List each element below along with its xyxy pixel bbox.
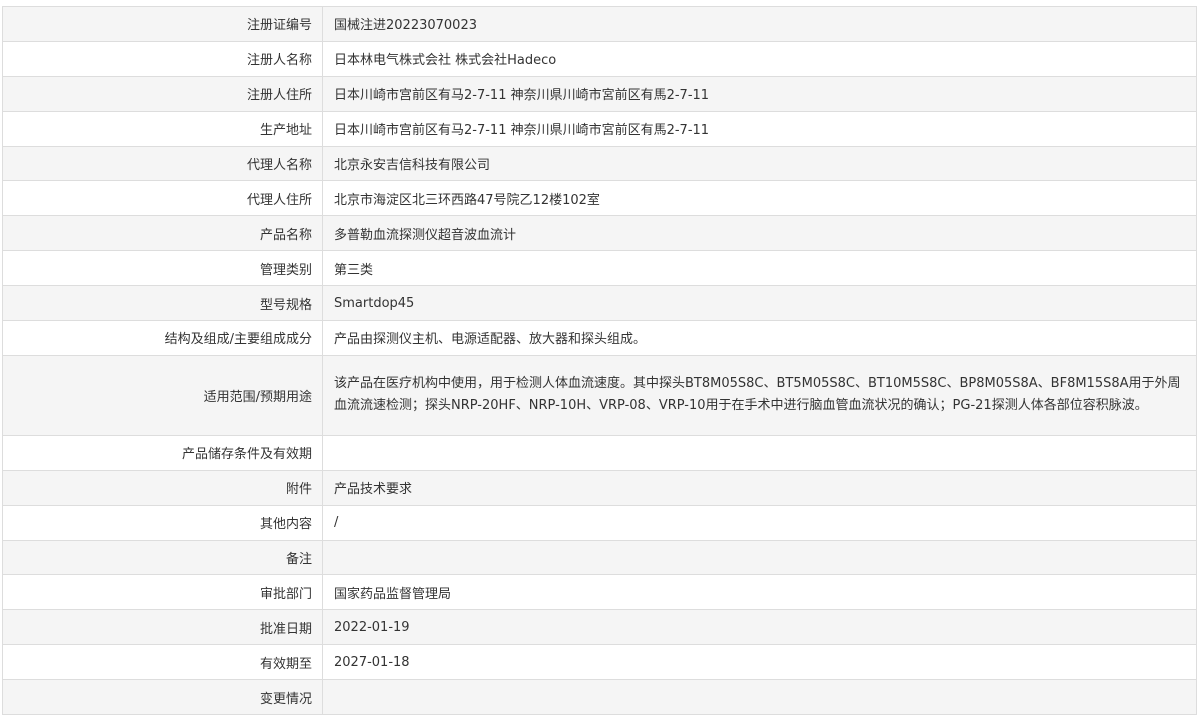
field-value: 多普勒血流探测仪超音波血流计 [322, 215, 1197, 252]
field-value: 北京永安吉信科技有限公司 [322, 145, 1197, 182]
record-table-body: 注册证编号 国械注进20223070023 注册人名称 日本林电气株式会社 株式… [2, 6, 1197, 715]
field-value: 日本林电气株式会社 株式会社Hadeco [322, 40, 1197, 77]
field-label: 产品名称 [2, 215, 323, 252]
table-row: 管理类别 第三类 [2, 250, 1197, 287]
table-row: 其他内容 / [2, 504, 1197, 541]
field-label: 其他内容 [2, 504, 323, 541]
table-row: 注册人名称 日本林电气株式会社 株式会社Hadeco [2, 40, 1197, 77]
field-label: 有效期至 [2, 644, 323, 681]
field-label: 结构及组成/主要组成成分 [2, 320, 323, 356]
field-value [322, 434, 1197, 471]
field-value [322, 539, 1197, 576]
field-value: 产品由探测仪主机、电源适配器、放大器和探头组成。 [322, 320, 1197, 356]
field-label: 变更情况 [2, 679, 323, 715]
field-label: 适用范围/预期用途 [2, 354, 323, 436]
table-row: 备注 [2, 539, 1197, 576]
table-row: 有效期至 2027-01-18 [2, 644, 1197, 681]
table-row: 批准日期 2022-01-19 [2, 609, 1197, 646]
table-row: 适用范围/预期用途 该产品在医疗机构中使用，用于检测人体血流速度。其中探头BT8… [2, 354, 1197, 436]
table-row: 注册证编号 国械注进20223070023 [2, 6, 1197, 42]
field-value: 北京市海淀区北三环西路47号院乙12楼102室 [322, 180, 1197, 217]
registration-record-table: 注册证编号 国械注进20223070023 注册人名称 日本林电气株式会社 株式… [2, 6, 1197, 715]
field-label: 代理人住所 [2, 180, 323, 217]
field-value [322, 679, 1197, 715]
field-value: 日本川崎市宫前区有马2-7-11 神奈川県川崎市宮前区有馬2-7-11 [322, 110, 1197, 147]
field-label: 产品储存条件及有效期 [2, 434, 323, 471]
table-row: 代理人住所 北京市海淀区北三环西路47号院乙12楼102室 [2, 180, 1197, 217]
field-label: 注册证编号 [2, 6, 323, 42]
table-row: 结构及组成/主要组成成分 产品由探测仪主机、电源适配器、放大器和探头组成。 [2, 320, 1197, 356]
field-value: / [322, 504, 1197, 541]
table-row: 代理人名称 北京永安吉信科技有限公司 [2, 145, 1197, 182]
field-label: 审批部门 [2, 574, 323, 611]
table-row: 审批部门 国家药品监督管理局 [2, 574, 1197, 611]
field-label: 代理人名称 [2, 145, 323, 182]
field-value: 国械注进20223070023 [322, 6, 1197, 42]
field-value: 产品技术要求 [322, 469, 1197, 506]
table-row: 注册人住所 日本川崎市宫前区有马2-7-11 神奈川県川崎市宮前区有馬2-7-1… [2, 75, 1197, 112]
table-row: 生产地址 日本川崎市宫前区有马2-7-11 神奈川県川崎市宮前区有馬2-7-11 [2, 110, 1197, 147]
field-label: 附件 [2, 469, 323, 506]
field-label: 管理类别 [2, 250, 323, 287]
table-row: 产品名称 多普勒血流探测仪超音波血流计 [2, 215, 1197, 252]
field-value: 2027-01-18 [322, 644, 1197, 681]
table-row: 产品储存条件及有效期 [2, 434, 1197, 471]
table-row: 附件 产品技术要求 [2, 469, 1197, 506]
field-label: 注册人住所 [2, 75, 323, 112]
field-value: 该产品在医疗机构中使用，用于检测人体血流速度。其中探头BT8M05S8C、BT5… [322, 354, 1197, 436]
field-value: 日本川崎市宫前区有马2-7-11 神奈川県川崎市宮前区有馬2-7-11 [322, 75, 1197, 112]
field-label: 型号规格 [2, 285, 323, 322]
field-label: 批准日期 [2, 609, 323, 646]
field-value: 第三类 [322, 250, 1197, 287]
field-label: 生产地址 [2, 110, 323, 147]
field-label: 备注 [2, 539, 323, 576]
field-label: 注册人名称 [2, 40, 323, 77]
table-row: 变更情况 [2, 679, 1197, 715]
field-value: Smartdop45 [322, 285, 1197, 322]
field-value: 2022-01-19 [322, 609, 1197, 646]
table-row: 型号规格 Smartdop45 [2, 285, 1197, 322]
field-value: 国家药品监督管理局 [322, 574, 1197, 611]
